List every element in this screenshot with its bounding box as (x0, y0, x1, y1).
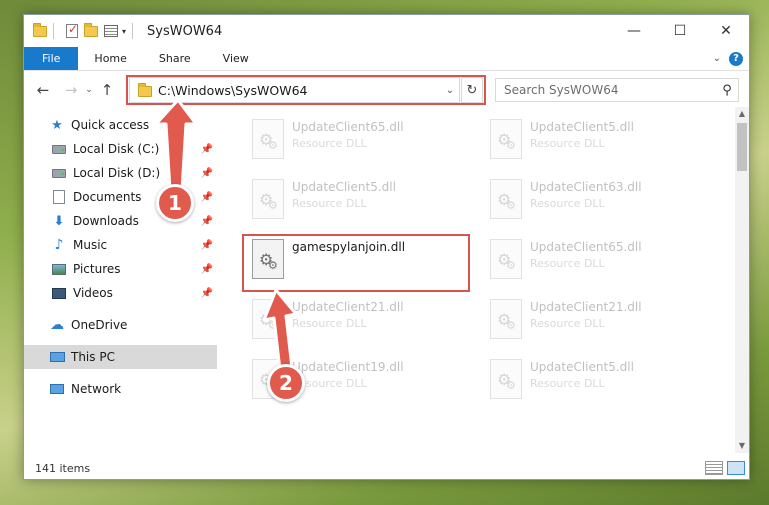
arrow-1-icon (154, 98, 198, 192)
annotation-arrows (154, 98, 298, 372)
arrow-2-icon (262, 288, 298, 372)
step-2-badge: 2 (267, 364, 305, 402)
step-1-badge: 1 (156, 184, 194, 222)
